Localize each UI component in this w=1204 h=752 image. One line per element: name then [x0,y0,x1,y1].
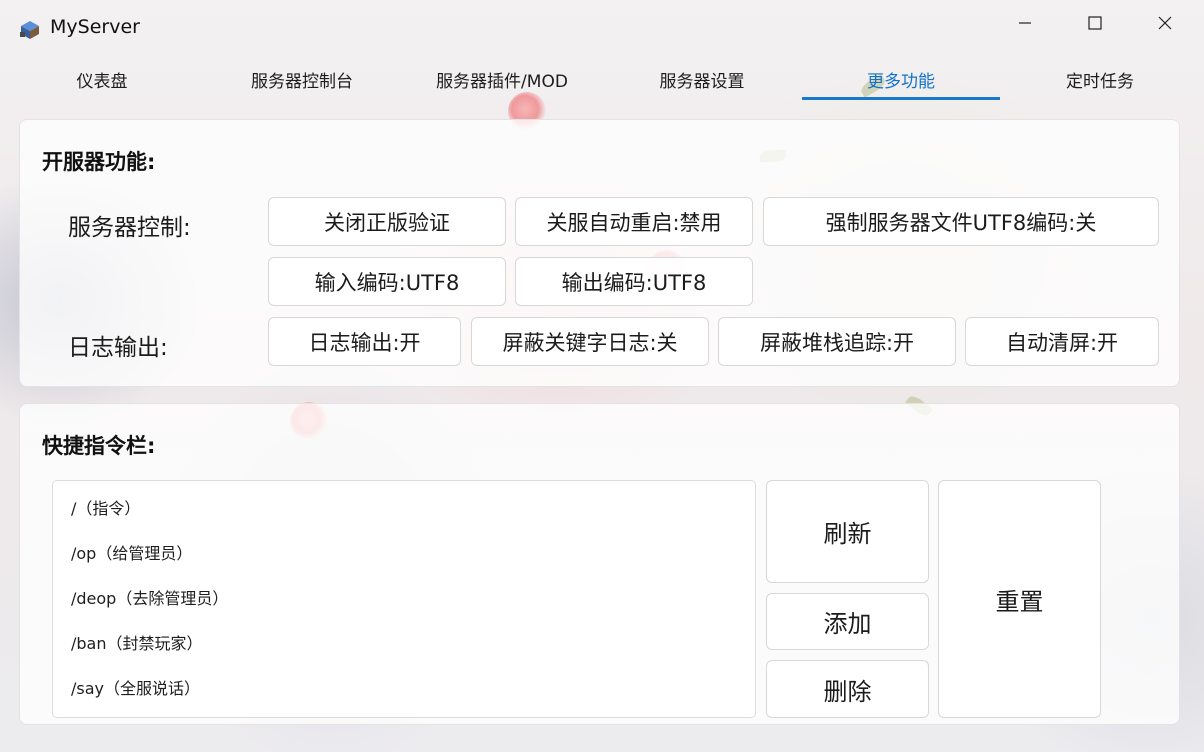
quick-commands-panel: 快捷指令栏: /（指令） /op（给管理员） /deop（去除管理员） /ban… [19,403,1180,725]
tab-server-console[interactable]: 服务器控制台 [202,56,402,102]
server-app-icon [18,18,42,40]
title-bar: MyServer [0,0,1204,56]
list-item[interactable]: /（指令） [71,495,140,519]
input-encoding-button[interactable]: 输入编码:UTF8 [268,257,506,306]
list-item[interactable]: /op（给管理员） [71,540,192,564]
list-item[interactable]: /ban（封禁玩家） [71,630,203,654]
tab-scheduled-tasks[interactable]: 定时任务 [1000,56,1200,102]
mask-stack-trace-button[interactable]: 屏蔽堆栈追踪:开 [718,317,956,366]
reset-button[interactable]: 重置 [938,480,1101,718]
force-utf8-button[interactable]: 强制服务器文件UTF8编码:关 [763,197,1159,246]
tab-plugins-mods[interactable]: 服务器插件/MOD [402,56,602,102]
server-control-label: 服务器控制: [68,215,191,241]
list-item[interactable]: /say（全服说话） [71,675,200,699]
disable-online-mode-button[interactable]: 关闭正版验证 [268,197,506,246]
tab-dashboard[interactable]: 仪表盘 [2,56,202,102]
list-item[interactable]: /deop（去除管理员） [71,585,228,609]
command-list[interactable]: /（指令） /op（给管理员） /deop（去除管理员） /ban（封禁玩家） … [52,480,756,718]
tab-more-features[interactable]: 更多功能 [802,56,1000,102]
minimize-button[interactable] [990,0,1060,46]
server-features-panel: 开服器功能: 服务器控制: 关闭正版验证 关服自动重启:禁用 强制服务器文件UT… [19,119,1180,387]
active-tab-indicator [802,97,1000,100]
add-button[interactable]: 添加 [766,593,929,650]
delete-button[interactable]: 删除 [766,660,929,718]
close-button[interactable] [1130,0,1200,46]
minimize-icon [1019,22,1031,24]
refresh-button[interactable]: 刷新 [766,480,929,583]
maximize-button[interactable] [1060,0,1130,46]
log-output-toggle-button[interactable]: 日志输出:开 [268,317,461,366]
auto-clear-screen-button[interactable]: 自动清屏:开 [965,317,1159,366]
auto-restart-button[interactable]: 关服自动重启:禁用 [515,197,753,246]
output-encoding-button[interactable]: 输出编码:UTF8 [515,257,753,306]
app-title: MyServer [50,16,140,38]
maximize-icon [1088,16,1102,30]
mask-keyword-log-button[interactable]: 屏蔽关键字日志:关 [471,317,709,366]
close-icon [1158,16,1172,30]
quick-commands-title: 快捷指令栏: [42,434,156,458]
tab-bar: 仪表盘 服务器控制台 服务器插件/MOD 服务器设置 更多功能 定时任务 [2,56,1200,106]
server-features-title: 开服器功能: [42,150,156,174]
tab-server-settings[interactable]: 服务器设置 [602,56,802,102]
log-output-label: 日志输出: [68,335,168,361]
